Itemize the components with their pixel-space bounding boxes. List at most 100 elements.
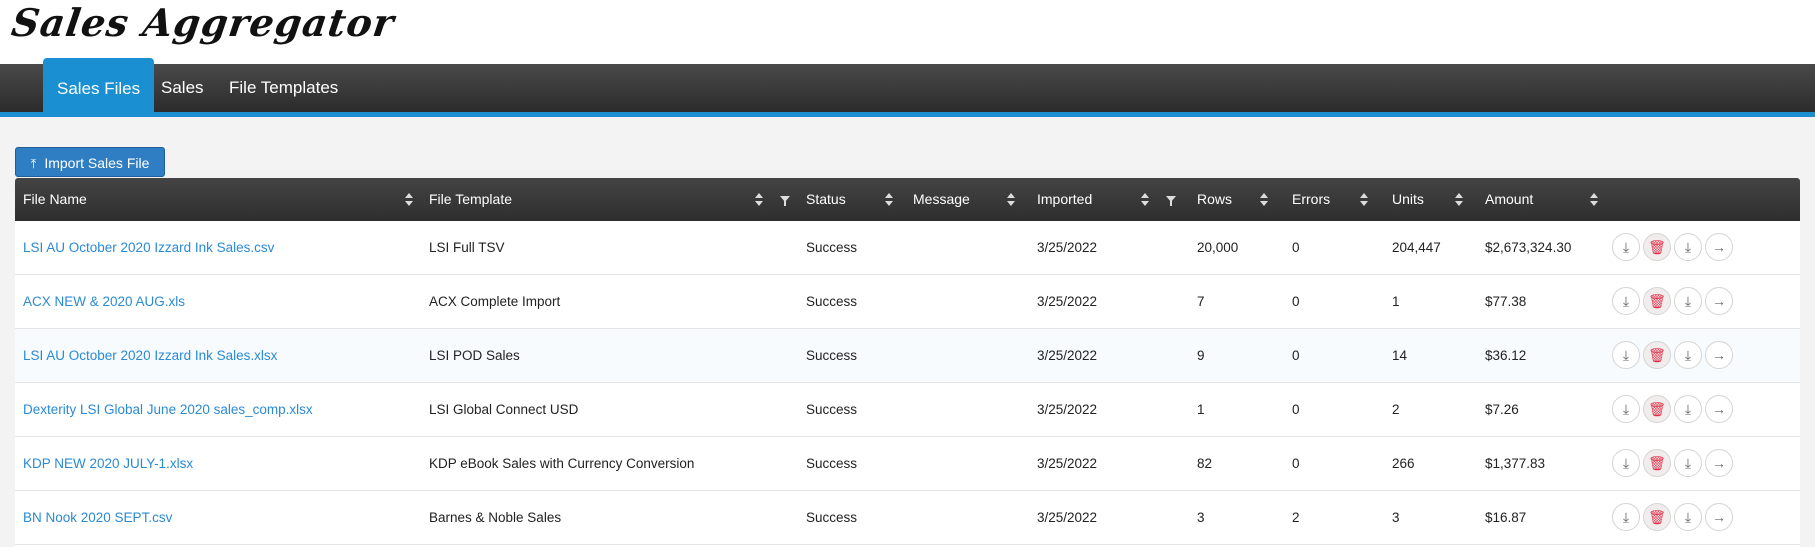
download-icon[interactable]: ⤓ — [1612, 395, 1640, 423]
arrow-right-icon[interactable]: → — [1705, 449, 1733, 477]
col-errors[interactable]: Errors — [1284, 178, 1330, 221]
file-name-link[interactable]: BN Nook 2020 SEPT.csv — [15, 491, 172, 545]
amount-cell: $2,673,324.30 — [1485, 240, 1572, 255]
file-name-link[interactable]: LSI AU October 2020 Izzard Ink Sales.csv — [15, 221, 274, 275]
arrow-right-icon[interactable]: → — [1705, 503, 1733, 531]
imported-cell: 3/25/2022 — [1037, 294, 1098, 309]
arrow-right-icon[interactable]: → — [1705, 395, 1733, 423]
col-file-name[interactable]: File Name — [15, 178, 87, 221]
sort-icon[interactable] — [1007, 193, 1015, 207]
trash-icon[interactable]: 🗑 — [1643, 233, 1671, 261]
errors-cell: 0 — [1292, 240, 1300, 255]
message-cell — [905, 329, 913, 383]
download-icon[interactable]: ⤓ — [1612, 341, 1640, 369]
units-cell: 14 — [1392, 348, 1408, 363]
main-nav: Sales Files Sales File Templates — [0, 58, 1815, 117]
col-units[interactable]: Units — [1384, 178, 1424, 221]
download-icon[interactable]: ⤓ — [1674, 233, 1702, 261]
status-cell: Success — [806, 456, 858, 471]
imported-cell: 3/25/2022 — [1037, 510, 1098, 525]
amount-cell: $7.26 — [1485, 402, 1519, 417]
amount-cell: $1,377.83 — [1485, 456, 1546, 471]
trash-icon[interactable]: 🗑 — [1643, 341, 1671, 369]
sort-icon[interactable] — [1260, 193, 1268, 207]
errors-cell: 0 — [1292, 294, 1300, 309]
download-icon[interactable]: ⤓ — [1612, 287, 1640, 315]
arrow-right-icon[interactable]: → — [1705, 341, 1733, 369]
download-icon[interactable]: ⤓ — [1674, 395, 1702, 423]
file-name-link[interactable]: ACX NEW & 2020 AUG.xls — [15, 275, 185, 329]
col-message[interactable]: Message — [905, 178, 970, 221]
sort-icon[interactable] — [1455, 193, 1463, 207]
table-row: KDP NEW 2020 JULY-1.xlsx KDP eBook Sales… — [15, 437, 1800, 491]
file-template-cell: KDP eBook Sales with Currency Conversion — [429, 456, 695, 471]
download-icon[interactable]: ⤓ — [1612, 503, 1640, 531]
app-logo: Sales Aggregator — [8, 0, 398, 45]
col-amount[interactable]: Amount — [1477, 178, 1533, 221]
rows-cell: 82 — [1197, 456, 1213, 471]
sales-files-grid: File Name File Template Status Message I… — [15, 178, 1800, 547]
tab-file-templates[interactable]: File Templates — [215, 64, 352, 112]
col-file-template[interactable]: File Template — [421, 178, 512, 221]
amount-cell: $16.87 — [1485, 510, 1527, 525]
imported-cell: 3/25/2022 — [1037, 348, 1098, 363]
message-cell — [905, 275, 913, 329]
file-name-link[interactable]: KDP NEW 2020 JULY-1.xlsx — [15, 437, 193, 491]
rows-cell: 20,000 — [1197, 240, 1239, 255]
table-row: Dexterity LSI Global June 2020 sales_com… — [15, 383, 1800, 437]
download-icon[interactable]: ⤓ — [1674, 503, 1702, 531]
file-name-link[interactable]: LSI AU October 2020 Izzard Ink Sales.xls… — [15, 329, 277, 383]
status-cell: Success — [806, 240, 858, 255]
status-cell: Success — [806, 402, 858, 417]
table-row: LSI AU October 2020 Izzard Ink Sales.csv… — [15, 221, 1800, 275]
tab-sales-files[interactable]: Sales Files — [43, 58, 155, 112]
sort-icon[interactable] — [1590, 193, 1598, 207]
download-icon[interactable]: ⤓ — [1674, 287, 1702, 315]
sort-icon[interactable] — [1360, 193, 1368, 207]
trash-icon[interactable]: 🗑 — [1643, 395, 1671, 423]
rows-cell: 1 — [1197, 402, 1205, 417]
file-name-link[interactable]: Dexterity LSI Global June 2020 sales_com… — [15, 383, 313, 437]
file-template-cell: LSI Global Connect USD — [429, 402, 579, 417]
arrow-right-icon[interactable]: → — [1705, 233, 1733, 261]
amount-cell: $77.38 — [1485, 294, 1527, 309]
imported-cell: 3/25/2022 — [1037, 456, 1098, 471]
units-cell: 2 — [1392, 402, 1400, 417]
message-cell — [905, 491, 913, 545]
col-status[interactable]: Status — [798, 178, 846, 221]
grid-header: File Name File Template Status Message I… — [15, 178, 1800, 221]
download-icon[interactable]: ⤓ — [1674, 449, 1702, 477]
filter-icon[interactable] — [1166, 196, 1176, 206]
sort-icon[interactable] — [1141, 193, 1149, 207]
trash-icon[interactable]: 🗑 — [1643, 503, 1671, 531]
rows-cell: 3 — [1197, 510, 1205, 525]
errors-cell: 0 — [1292, 348, 1300, 363]
main-content: ⤒ Import Sales File File Name File Templa… — [0, 117, 1815, 547]
arrow-right-icon[interactable]: → — [1705, 287, 1733, 315]
rows-cell: 9 — [1197, 348, 1205, 363]
col-imported[interactable]: Imported — [1029, 178, 1092, 221]
units-cell: 1 — [1392, 294, 1400, 309]
filter-icon[interactable] — [780, 196, 790, 206]
errors-cell: 0 — [1292, 402, 1300, 417]
trash-icon[interactable]: 🗑 — [1643, 449, 1671, 477]
status-cell: Success — [806, 348, 858, 363]
sort-icon[interactable] — [755, 193, 763, 207]
table-row: LSI AU October 2020 Izzard Ink Sales.xls… — [15, 329, 1800, 383]
file-template-cell: ACX Complete Import — [429, 294, 561, 309]
sort-icon[interactable] — [405, 193, 413, 207]
import-sales-file-button[interactable]: ⤒ Import Sales File — [15, 147, 165, 177]
trash-icon[interactable]: 🗑 — [1643, 287, 1671, 315]
tab-sales[interactable]: Sales — [147, 64, 218, 112]
col-rows[interactable]: Rows — [1189, 178, 1232, 221]
file-template-cell: LSI Full TSV — [429, 240, 505, 255]
file-template-cell: Barnes & Noble Sales — [429, 510, 562, 525]
download-icon[interactable]: ⤓ — [1674, 341, 1702, 369]
download-icon[interactable]: ⤓ — [1612, 449, 1640, 477]
units-cell: 204,447 — [1392, 240, 1441, 255]
units-cell: 266 — [1392, 456, 1415, 471]
download-icon[interactable]: ⤓ — [1612, 233, 1640, 261]
sort-icon[interactable] — [885, 193, 893, 207]
table-row: BN Nook 2020 SEPT.csv Barnes & Noble Sal… — [15, 491, 1800, 545]
amount-cell: $36.12 — [1485, 348, 1527, 363]
